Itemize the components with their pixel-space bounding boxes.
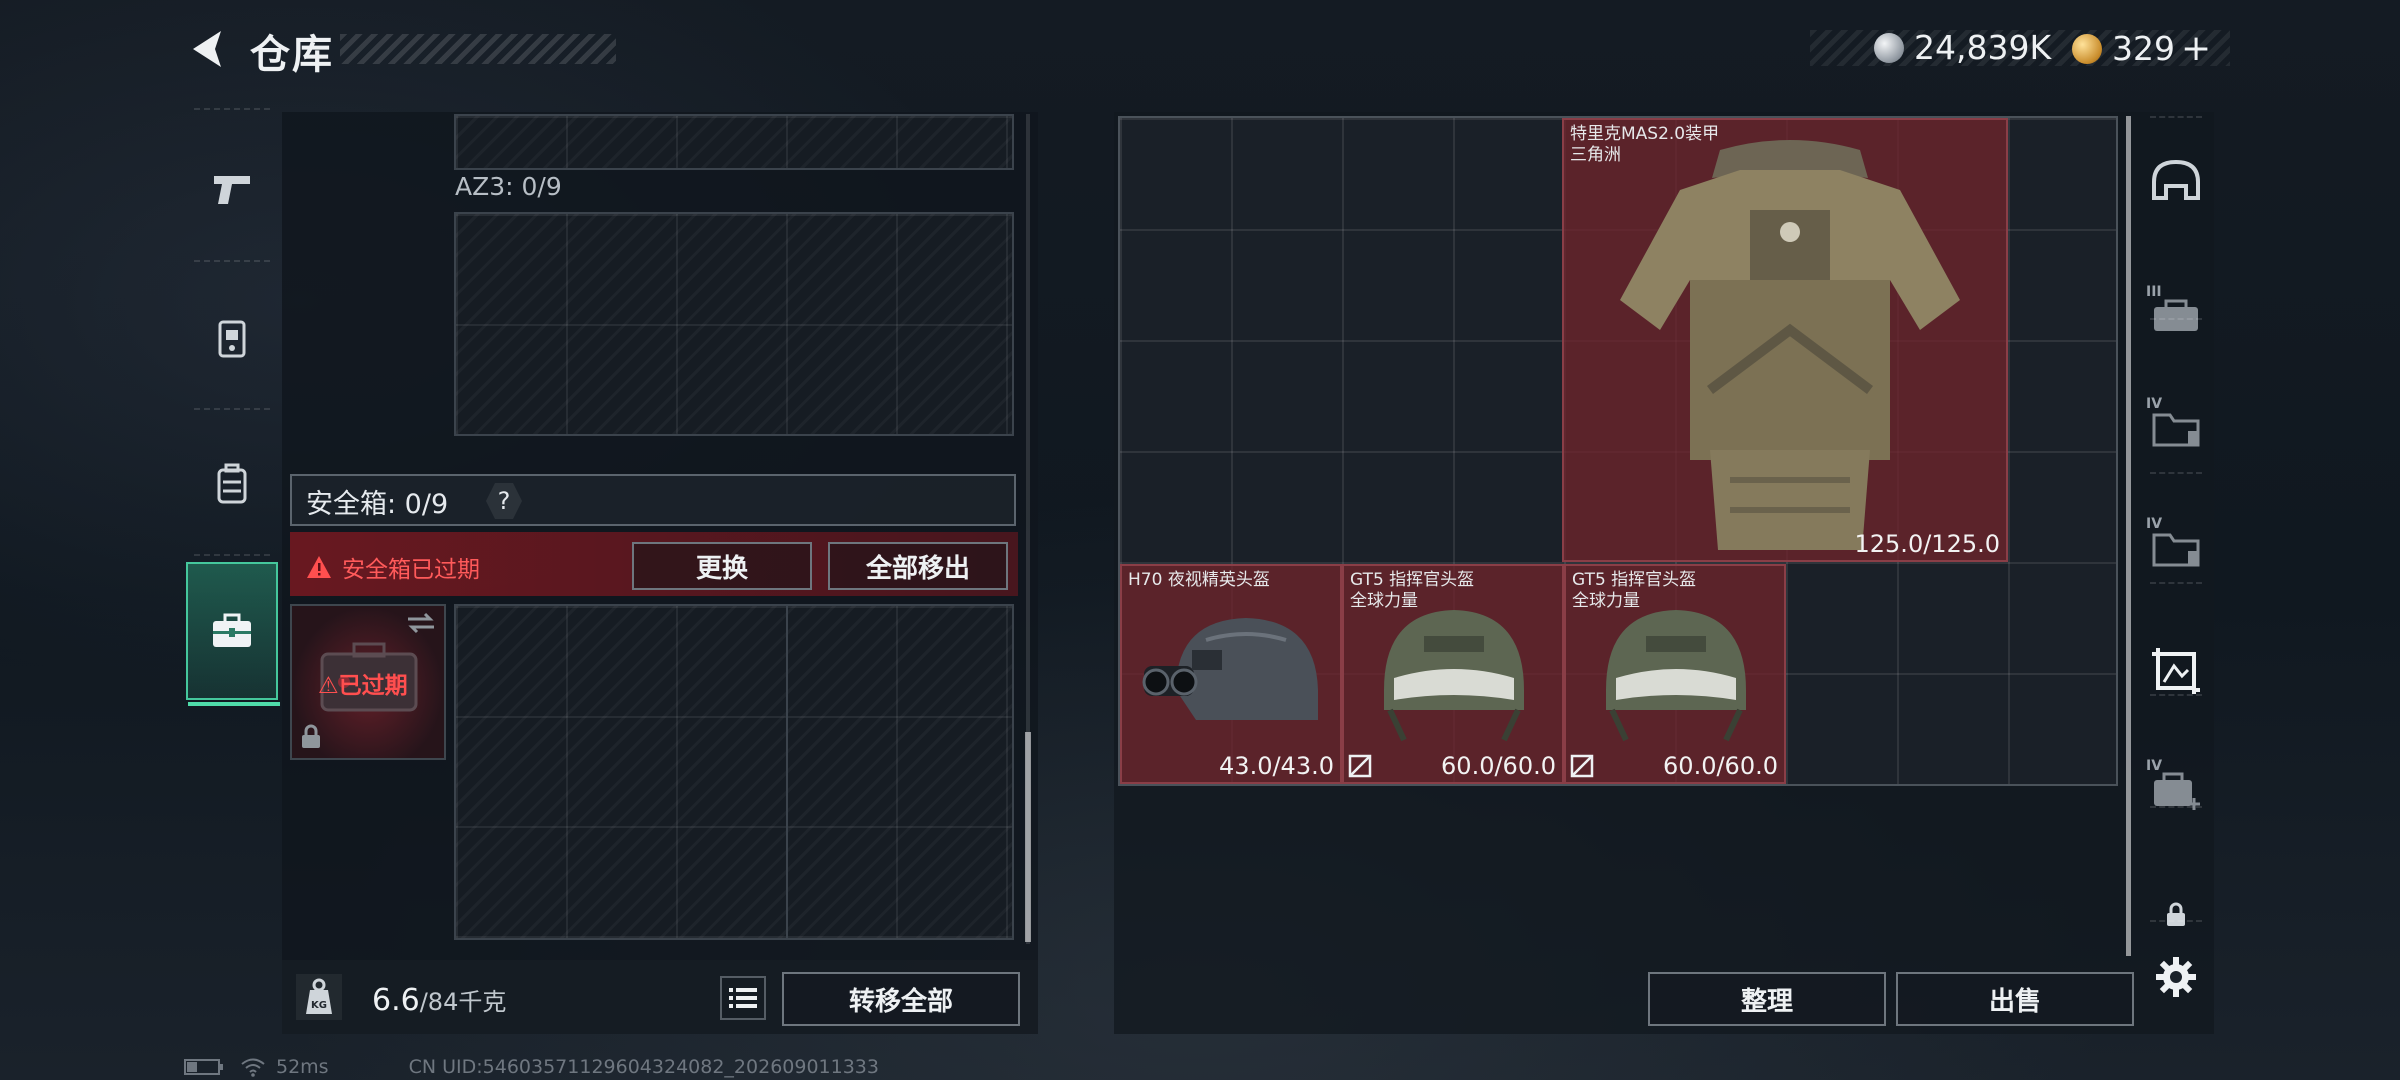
- no-drop-icon: [1348, 754, 1372, 778]
- silver-coin-icon: [1874, 32, 1904, 63]
- nvg-helmet-icon: [1142, 618, 1318, 720]
- nav-separator: [2150, 472, 2202, 474]
- back-arrow-icon: [193, 31, 221, 67]
- stash-item-armor[interactable]: 特里克MAS2.0装甲 三角洲 125.0/125.0: [1562, 118, 2008, 562]
- tab-level: IV: [2146, 758, 2163, 774]
- safebox-expired-warning: 安全箱已过期: [306, 550, 480, 584]
- nav-item-chest-rig[interactable]: [186, 268, 278, 408]
- backpack-icon: [217, 463, 247, 504]
- wifi-icon: [241, 1058, 265, 1077]
- az3-capacity-label: AZ3: 0/9: [455, 172, 562, 201]
- safebox-grid-divider: [786, 606, 788, 938]
- svg-text:KG: KG: [311, 1000, 327, 1011]
- folder-case-icon: [2152, 413, 2200, 447]
- page-title: 仓库: [250, 32, 334, 78]
- stash-scrollbar[interactable]: [2126, 116, 2131, 956]
- combat-helmet-icon: [1606, 610, 1746, 742]
- body-armor-icon: [1620, 140, 1960, 550]
- helmet-icon: [2152, 159, 2200, 200]
- nav-item-weapon[interactable]: [186, 120, 278, 260]
- no-drop-icon: [1570, 754, 1594, 778]
- settings-button[interactable]: [2136, 922, 2216, 1032]
- safebox-title: 安全箱: 0/9: [306, 489, 449, 520]
- nav-separator: [194, 260, 270, 262]
- nav-item-backpack[interactable]: [186, 414, 278, 554]
- weight-icon: KG: [296, 974, 342, 1020]
- nav-separator: [2150, 806, 2202, 808]
- gear-icon: [2156, 957, 2196, 997]
- warning-icon: [307, 556, 331, 578]
- silver-amount: 24,839K: [1914, 28, 2052, 67]
- briefcase-icon: [213, 613, 251, 647]
- nav-separator: [194, 554, 270, 556]
- add-gold-button[interactable]: +: [2181, 28, 2211, 69]
- lock-icon: [302, 724, 320, 748]
- stash-tab-helmet[interactable]: [2136, 126, 2216, 236]
- stash-tab-medkit-case[interactable]: IV: [2136, 736, 2216, 846]
- az3-grid[interactable]: [454, 212, 1014, 436]
- tab-level: IV: [2146, 396, 2163, 412]
- item-durability: 43.0/43.0: [1219, 752, 1334, 780]
- left-category-nav: [186, 108, 280, 708]
- item-durability: 60.0/60.0: [1441, 752, 1556, 780]
- transfer-all-button[interactable]: 转移全部: [782, 972, 1020, 1026]
- folder-case-icon: [2152, 533, 2200, 567]
- title-decoration: [340, 34, 616, 64]
- item-durability: 125.0/125.0: [1854, 530, 2001, 558]
- stash-tab-crop[interactable]: [2136, 616, 2216, 726]
- expired-warning-text: 安全箱已过期: [342, 557, 480, 583]
- back-button[interactable]: [182, 24, 232, 74]
- crop-frame-icon: [2152, 648, 2200, 694]
- weight-value: 6.6/84千克: [372, 982, 506, 1018]
- item-durability: 60.0/60.0: [1663, 752, 1778, 780]
- rig-grid-top[interactable]: [454, 114, 1014, 170]
- chest-rig-icon: [218, 320, 246, 358]
- stash-tab-case-2[interactable]: IV: [2136, 494, 2216, 604]
- stash-tab-case-1[interactable]: IV: [2136, 374, 2216, 484]
- item-name: H70 夜视精英头盔: [1128, 570, 1270, 590]
- nav-separator: [2150, 116, 2202, 118]
- swap-icon: [408, 612, 434, 634]
- thumbnail-expired-label: ⚠已过期: [318, 673, 408, 699]
- replace-button[interactable]: 更换: [632, 542, 812, 590]
- stash-tab-weapon-case[interactable]: III: [2136, 262, 2216, 372]
- safebox-grid[interactable]: [454, 604, 1014, 940]
- tab-level: IV: [2146, 516, 2163, 532]
- uid-text: CN UID:546035711296043240​82_20260901133…: [408, 1056, 879, 1078]
- sort-button[interactable]: 整理: [1648, 972, 1886, 1026]
- stash-item-h70-helmet[interactable]: H70 夜视精英头盔 43.0/43.0: [1120, 564, 1342, 784]
- weight-current: 6.6: [372, 983, 420, 1018]
- silver-currency: 24,839K: [1874, 28, 2051, 67]
- nav-separator: [194, 408, 270, 410]
- battery-icon: [184, 1059, 223, 1075]
- list-view-button[interactable]: [720, 976, 766, 1020]
- weight-max: /84千克: [419, 988, 507, 1016]
- ping-value: 52ms: [276, 1056, 329, 1078]
- status-bar: 52ms CN UID:546035711296043240​82_202609…: [184, 1056, 879, 1078]
- nav-item-safebox[interactable]: [186, 562, 280, 706]
- stash-item-gt5-helmet[interactable]: GT5 指挥官头盔 全球力量 60.0/60.0: [1342, 564, 1564, 784]
- nav-separator: [2150, 582, 2202, 584]
- stash-item-gt5-helmet[interactable]: GT5 指挥官头盔 全球力量 60.0/60.0: [1564, 564, 1786, 784]
- tab-level: III: [2146, 284, 2162, 300]
- gold-coin-icon: [2072, 33, 2102, 64]
- rifle-case-icon: [2154, 299, 2198, 331]
- combat-helmet-icon: [1384, 610, 1524, 742]
- container-scrollbar-thumb[interactable]: [1025, 732, 1031, 942]
- gold-amount: 329: [2112, 29, 2175, 68]
- nav-separator: [194, 108, 270, 110]
- nav-separator: [2150, 694, 2202, 696]
- remove-all-button[interactable]: 全部移出: [828, 542, 1008, 590]
- pistol-icon: [214, 176, 250, 204]
- nav-separator: [2150, 318, 2202, 320]
- list-icon: [729, 988, 757, 1008]
- stash-category-nav: III IV IV IV: [2136, 112, 2216, 1032]
- sell-button[interactable]: 出售: [1896, 972, 2134, 1026]
- gold-currency: 329 +: [2072, 28, 2211, 69]
